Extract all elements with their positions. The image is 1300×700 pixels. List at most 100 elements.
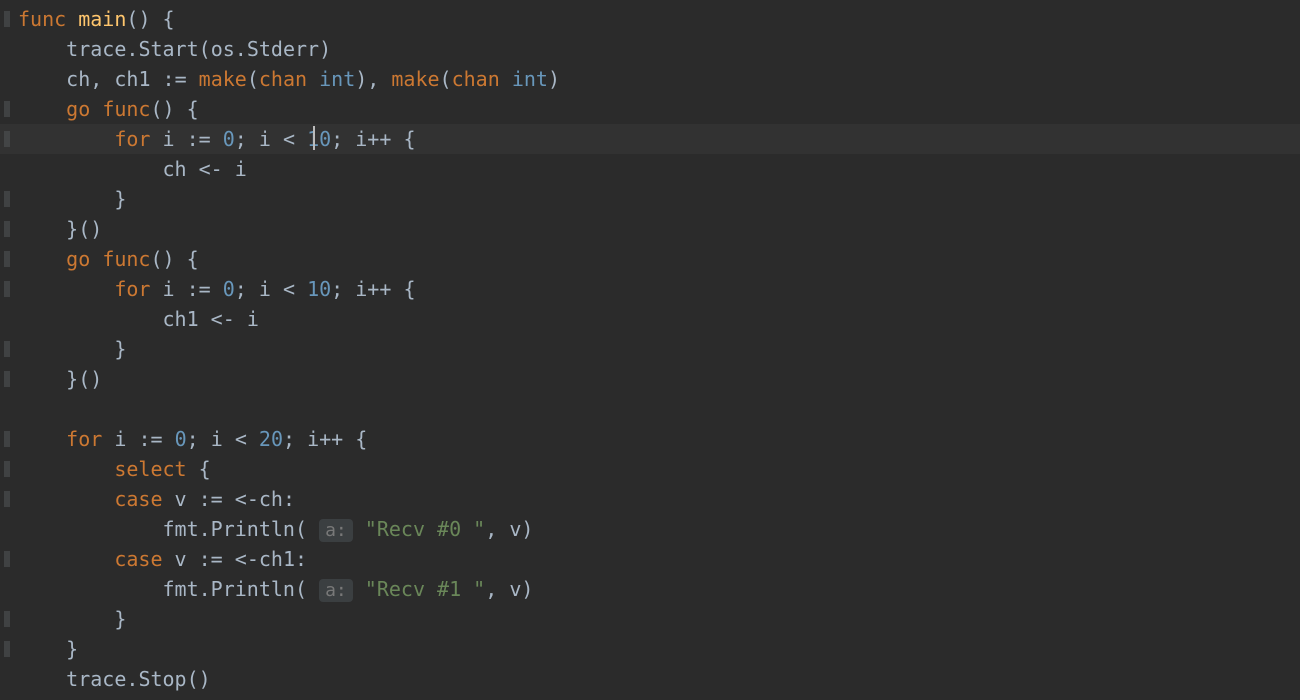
brace-close: } [114, 607, 126, 631]
function-name: main [78, 7, 126, 31]
paren-call: () [78, 217, 102, 241]
code-line[interactable]: ch1 <- i [0, 304, 1300, 334]
identifier: i [114, 427, 126, 451]
identifier: i [163, 127, 175, 151]
number-literal: 10 [307, 277, 331, 301]
keyword-select: select [114, 457, 186, 481]
identifier: Println [211, 577, 295, 601]
identifier: fmt [163, 517, 199, 541]
comma: , [485, 577, 497, 601]
identifier: v [175, 547, 187, 571]
brace-open: { [403, 127, 415, 151]
lt-op: < [235, 427, 247, 451]
code-line[interactable]: ch, ch1 := make(chan int), make(chan int… [0, 64, 1300, 94]
keyword-for: for [114, 277, 150, 301]
text-cursor [313, 126, 315, 150]
paren-open: ( [247, 67, 259, 91]
number-literal: 0 [223, 277, 235, 301]
code-line[interactable]: fmt.Println( a: "Recv #0 ", v) [0, 514, 1300, 544]
code-line[interactable]: select { [0, 454, 1300, 484]
brace-close: } [66, 367, 78, 391]
code-line[interactable]: } [0, 184, 1300, 214]
paren-close: ) [138, 7, 150, 31]
code-line[interactable]: trace.Start(os.Stderr) [0, 34, 1300, 64]
semicolon: ; [283, 427, 295, 451]
code-line[interactable]: case v := <-ch: [0, 484, 1300, 514]
code-line[interactable]: }() [0, 214, 1300, 244]
semicolon: ; [235, 277, 247, 301]
identifier: trace [66, 667, 126, 691]
fold-gutter-mark [4, 371, 10, 387]
dot: . [199, 577, 211, 601]
identifier: i [355, 277, 367, 301]
paren-call: () [187, 667, 211, 691]
code-line[interactable]: go func() { [0, 94, 1300, 124]
send-op: <- [211, 307, 235, 331]
keyword-make: make [199, 67, 247, 91]
inc-op: ++ [319, 427, 343, 451]
brace-close: } [66, 217, 78, 241]
code-line[interactable]: case v := <-ch1: [0, 544, 1300, 574]
paren-call: () [150, 97, 174, 121]
fold-gutter-mark [4, 221, 10, 237]
assign-op: := [138, 427, 162, 451]
comma: , [90, 67, 102, 91]
paren-close: ) [355, 67, 367, 91]
brace-open: { [199, 457, 211, 481]
fold-gutter-mark [4, 101, 10, 117]
parameter-hint: a: [319, 579, 353, 602]
code-line[interactable]: } [0, 604, 1300, 634]
identifier: i [211, 427, 223, 451]
identifier: i [355, 127, 367, 151]
paren-open: ( [295, 517, 307, 541]
code-line[interactable]: ch <- i [0, 154, 1300, 184]
string-literal: "Recv #1 " [365, 577, 485, 601]
fold-gutter-mark [4, 131, 10, 147]
code-line-active[interactable]: for i := 0; i < 10; i++ { [0, 124, 1300, 154]
code-line[interactable]: func main() { [0, 4, 1300, 34]
code-line[interactable]: for i := 0; i < 20; i++ { [0, 424, 1300, 454]
identifier: v [175, 487, 187, 511]
identifier: i [259, 277, 271, 301]
recv-op: <- [235, 487, 259, 511]
brace-close: } [66, 637, 78, 661]
code-line[interactable]: for i := 0; i < 10; i++ { [0, 274, 1300, 304]
identifier: i [247, 307, 259, 331]
paren-open: ( [199, 37, 211, 61]
keyword-go: go [66, 247, 90, 271]
code-line[interactable]: fmt.Println( a: "Recv #1 ", v) [0, 574, 1300, 604]
identifier: i [235, 157, 247, 181]
paren-call: () [150, 247, 174, 271]
fold-gutter-mark [4, 461, 10, 477]
keyword-func: func [18, 7, 66, 31]
dot: . [235, 37, 247, 61]
paren-close: ) [548, 67, 560, 91]
paren-close: ) [521, 517, 533, 541]
fold-gutter-mark [4, 611, 10, 627]
assign-op: := [187, 127, 211, 151]
dot: . [126, 667, 138, 691]
string-literal: "Recv #0 " [365, 517, 485, 541]
code-line-blank[interactable] [0, 394, 1300, 424]
comma: , [485, 517, 497, 541]
dot: . [126, 37, 138, 61]
keyword-go: go [66, 97, 90, 121]
paren-call: () [78, 367, 102, 391]
code-line[interactable]: } [0, 334, 1300, 364]
keyword-for: for [114, 127, 150, 151]
identifier: ch [259, 487, 283, 511]
code-editor[interactable]: func main() { trace.Start(os.Stderr) ch,… [0, 0, 1300, 698]
paren-close: ) [521, 577, 533, 601]
number-literal: 0 [175, 427, 187, 451]
colon: : [295, 547, 307, 571]
code-line[interactable]: } [0, 634, 1300, 664]
code-line[interactable]: trace.Stop() [0, 664, 1300, 694]
code-line[interactable]: go func() { [0, 244, 1300, 274]
identifier: ch [163, 157, 187, 181]
brace-close: } [114, 187, 126, 211]
lt-op: < [283, 127, 295, 151]
identifier: i [259, 127, 271, 151]
keyword-chan: chan [452, 67, 500, 91]
code-line[interactable]: }() [0, 364, 1300, 394]
brace-open: { [187, 97, 199, 121]
